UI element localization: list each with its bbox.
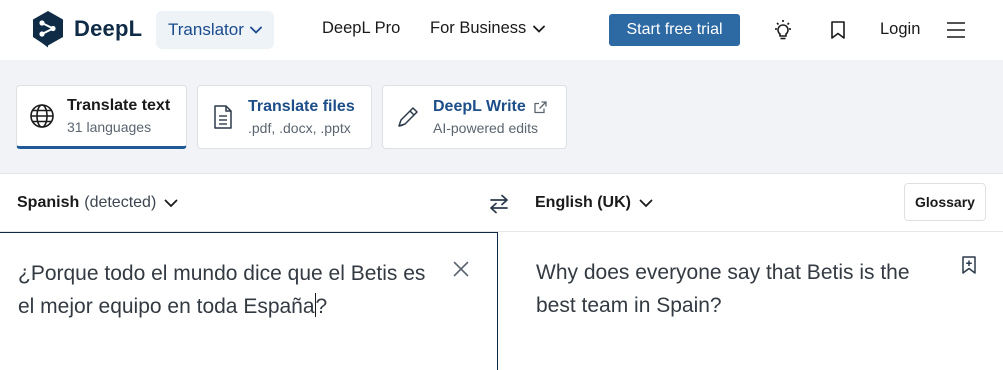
mode-band: Translate text 31 languages Translate fi… — [0, 60, 1003, 174]
swap-languages-icon[interactable] — [487, 192, 511, 216]
nav-link-label: DeepL Pro — [322, 19, 401, 37]
target-language-selector[interactable]: English (UK) — [535, 194, 653, 212]
menu-icon[interactable] — [944, 18, 968, 42]
chevron-down-icon — [164, 199, 178, 207]
mode-title: DeepL Write — [433, 98, 526, 115]
nav-link-deepl-pro[interactable]: DeepL Pro — [322, 19, 400, 38]
language-bar: Spanish (detected) English (UK) Glossary — [0, 175, 1003, 232]
mode-subtitle: .pdf, .docx, .pptx — [248, 120, 351, 136]
pen-icon — [395, 104, 421, 130]
tab-translate-files[interactable]: Translate files .pdf, .docx, .pptx — [197, 85, 372, 149]
chevron-down-icon — [250, 26, 262, 34]
translator-dropdown[interactable]: Translator — [156, 11, 274, 49]
tab-deepl-write[interactable]: DeepL Write AI-powered edits — [382, 85, 567, 149]
glossary-button[interactable]: Glossary — [904, 183, 986, 221]
mode-title-row: DeepL Write — [433, 98, 547, 116]
detected-note: (detected) — [84, 194, 157, 211]
bookmark-icon[interactable] — [826, 18, 850, 42]
source-text-input[interactable]: ¿Porque todo el mundo dice que el Betis … — [18, 257, 438, 323]
source-text-pane[interactable]: ¿Porque todo el mundo dice que el Betis … — [0, 232, 498, 370]
start-free-trial-button[interactable]: Start free trial — [609, 14, 740, 46]
translated-text: Why does everyone say that Betis is the … — [536, 261, 910, 317]
source-language-selector[interactable]: Spanish (detected) — [17, 194, 178, 212]
globe-icon — [29, 103, 55, 129]
top-navigation: DeepL Translator DeepL Pro For Business … — [0, 0, 1003, 60]
close-icon[interactable] — [452, 260, 470, 278]
chevron-down-icon — [639, 199, 653, 207]
mode-subtitle: AI-powered edits — [433, 120, 539, 136]
login-link[interactable]: Login — [880, 20, 920, 39]
nav-link-for-business[interactable]: For Business — [430, 19, 546, 38]
source-text-tail: ? — [315, 295, 328, 318]
save-translation-icon[interactable] — [960, 255, 978, 275]
chevron-down-icon — [533, 25, 546, 33]
external-link-icon — [534, 100, 547, 113]
tab-translate-text[interactable]: Translate text 31 languages — [16, 85, 187, 149]
mode-title: Translate files — [248, 98, 355, 115]
target-language: English (UK) — [535, 194, 631, 211]
nav-link-label: For Business — [430, 19, 527, 37]
mode-title: Translate text — [67, 97, 171, 114]
deepl-logo[interactable]: DeepL — [31, 10, 142, 48]
deepl-logo-icon — [33, 11, 63, 48]
logo-text: DeepL — [74, 16, 143, 41]
source-language: Spanish — [17, 194, 80, 211]
source-text: ¿Porque todo el mundo dice que el Betis … — [18, 262, 426, 318]
lightbulb-icon[interactable] — [771, 18, 795, 42]
mode-subtitle: 31 languages — [67, 119, 152, 135]
translator-label: Translator — [168, 20, 244, 39]
target-text-pane: Why does everyone say that Betis is the … — [498, 232, 1003, 370]
file-icon — [210, 104, 236, 130]
